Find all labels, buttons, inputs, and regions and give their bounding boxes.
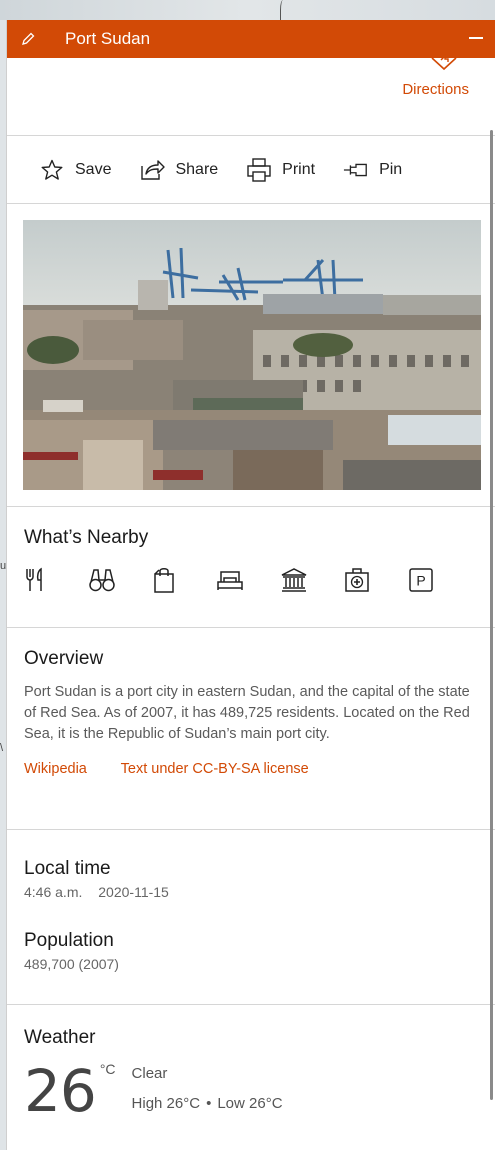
weather-separator: •	[206, 1095, 212, 1112]
wikipedia-link[interactable]: Wikipedia	[24, 761, 87, 777]
hotel-icon[interactable]	[216, 563, 280, 597]
weather-high-low: High 26°C • Low 26°C	[132, 1089, 283, 1119]
place-details-panel: Port Sudan Directions Save Share Print P…	[6, 20, 495, 1150]
parking-icon[interactable]: P	[408, 563, 472, 597]
print-label: Print	[282, 160, 316, 178]
overview-links: Wikipedia Text under CC-BY-SA license	[24, 761, 479, 777]
action-bar: Save Share Print Pin	[7, 136, 495, 204]
map-label-fragment: \	[0, 742, 4, 754]
overview-text: Port Sudan is a port city in eastern Sud…	[24, 684, 470, 742]
local-time-value: 4:46 a.m. 2020-11-15	[24, 884, 479, 900]
population-title: Population	[24, 930, 114, 951]
local-time-title: Local time	[24, 858, 111, 879]
weather-section: Weather 26 °C Clear High 26°C • Low 26°C	[7, 1005, 495, 1123]
share-button[interactable]: Share	[139, 157, 218, 183]
hospital-icon[interactable]	[344, 563, 408, 597]
pin-icon	[343, 157, 369, 183]
minimize-icon[interactable]	[467, 28, 485, 46]
weather-condition: Clear	[131, 1065, 168, 1082]
temperature: 26	[24, 1057, 97, 1125]
map-background-top	[0, 0, 495, 20]
binoculars-icon[interactable]	[88, 563, 152, 597]
license-link[interactable]: Text under CC-BY-SA license	[121, 761, 309, 777]
temperature-unit: °C	[99, 1061, 116, 1077]
nearby-category-list: P	[24, 563, 479, 597]
shopping-bag-icon[interactable]	[152, 563, 216, 597]
overview-title: Overview	[24, 648, 104, 669]
whats-nearby-title: What’s Nearby	[24, 527, 149, 548]
population-value: 489,700 (2007)	[24, 956, 119, 972]
map-road	[280, 0, 286, 20]
share-icon	[139, 157, 166, 183]
pin-label: Pin	[379, 160, 403, 178]
weather-high: High 26°C	[131, 1095, 201, 1112]
title-bar: Port Sudan	[7, 20, 495, 58]
weather-title: Weather	[24, 1027, 96, 1048]
info-section: Local time 4:46 a.m. 2020-11-15 Populati…	[7, 830, 495, 1005]
weather-low: Low 26°C	[217, 1095, 283, 1112]
weather-details: Clear High 26°C • Low 26°C	[132, 1059, 283, 1123]
save-label: Save	[75, 160, 112, 178]
place-photo[interactable]	[23, 220, 481, 490]
pencil-icon[interactable]	[17, 28, 39, 50]
scrollbar[interactable]	[490, 130, 493, 1100]
star-icon	[39, 157, 65, 183]
restaurant-icon[interactable]	[24, 563, 88, 597]
share-label: Share	[175, 160, 219, 178]
museum-icon[interactable]	[280, 563, 344, 597]
local-date: 2020-11-15	[98, 884, 169, 900]
directions-link[interactable]: Directions	[402, 81, 469, 98]
parking-letter: P	[416, 573, 425, 589]
overview-section: Overview Port Sudan is a port city in ea…	[7, 628, 495, 830]
window-title: Port Sudan	[65, 29, 151, 48]
save-button[interactable]: Save	[39, 157, 111, 183]
print-button[interactable]: Print	[246, 157, 315, 183]
pin-button[interactable]: Pin	[343, 157, 402, 183]
directions-area: Directions	[7, 54, 495, 136]
directions-icon[interactable]	[429, 54, 459, 72]
printer-icon	[246, 157, 272, 183]
local-time: 4:46 a.m.	[24, 884, 83, 900]
weather-row: 26 °C Clear High 26°C • Low 26°C	[24, 1059, 479, 1123]
photo-section	[7, 204, 495, 507]
whats-nearby-section: What’s Nearby P	[7, 507, 495, 628]
